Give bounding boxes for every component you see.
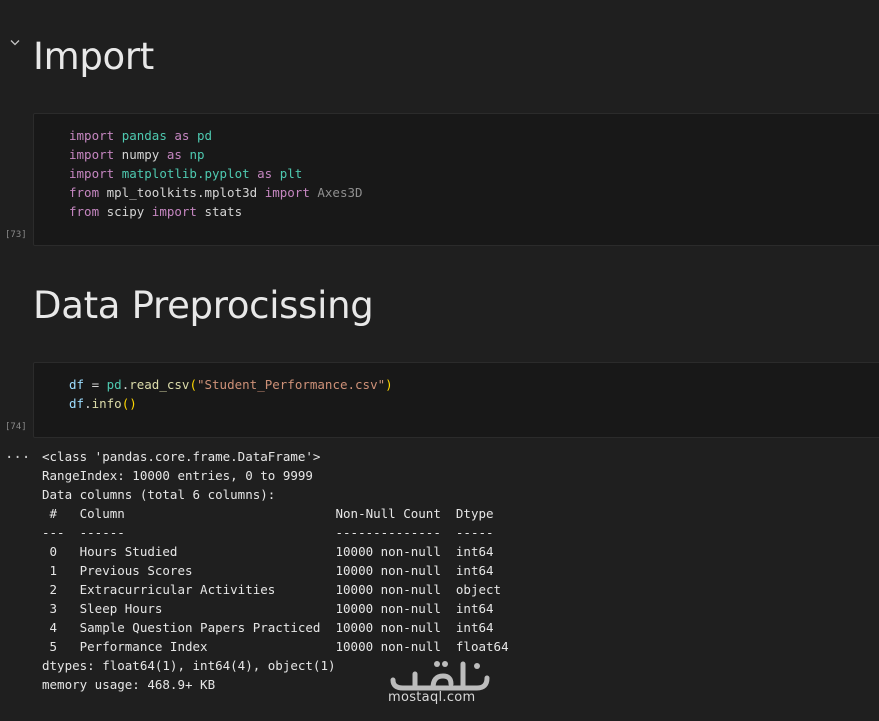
output-line: memory usage: 468.9+ KB — [42, 677, 216, 692]
output-more-actions-icon[interactable]: ... — [5, 446, 30, 462]
output-line: Data columns (total 6 columns): — [42, 487, 276, 502]
execution-count: [74] — [5, 422, 27, 432]
code-cell-read-csv[interactable]: df = pd.read_csv("Student_Performance.cs… — [33, 362, 879, 438]
output-line: 0 Hours Studied 10000 non-null int64 — [42, 544, 502, 559]
code-editor[interactable]: df = pd.read_csv("Student_Performance.cs… — [69, 375, 393, 413]
output-line: 2 Extracurricular Activities 10000 non-n… — [42, 582, 502, 597]
output-line: 3 Sleep Hours 10000 non-null int64 — [42, 601, 502, 616]
code-editor[interactable]: import pandas as pd import numpy as np i… — [69, 126, 363, 221]
output-line: 4 Sample Question Papers Practiced 10000… — [42, 620, 502, 635]
output-line: RangeIndex: 10000 entries, 0 to 9999 — [42, 468, 313, 483]
output-line: <class 'pandas.core.frame.DataFrame'> — [42, 449, 321, 464]
section-heading-import: Import — [33, 35, 154, 78]
code-cell-imports[interactable]: import pandas as pd import numpy as np i… — [33, 113, 879, 246]
output-line: dtypes: float64(1), int64(4), object(1) — [42, 658, 336, 673]
watermark-text: mostaql.com — [388, 690, 476, 705]
output-line: # Column Non-Null Count Dtype — [42, 506, 502, 521]
chevron-down-icon[interactable] — [8, 36, 22, 50]
output-line: --- ------ -------------- ----- — [42, 525, 502, 540]
output-line: 1 Previous Scores 10000 non-null int64 — [42, 563, 502, 578]
section-heading-data-preprocessing: Data Preprocissing — [33, 284, 374, 327]
execution-count: [73] — [5, 230, 27, 240]
